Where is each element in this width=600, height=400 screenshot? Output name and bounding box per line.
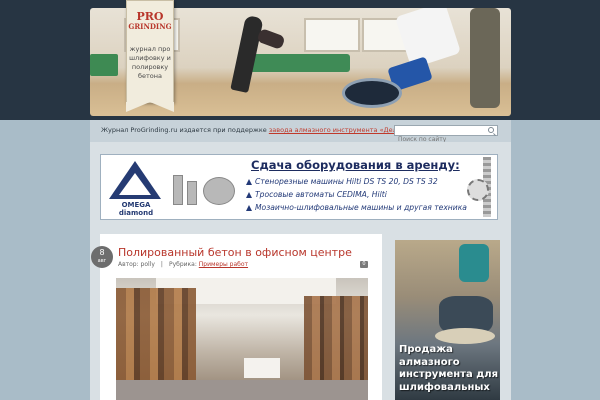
banner-list-item: Тросовые автоматы CEDIMA, Hilti xyxy=(245,188,467,201)
rubric-link[interactable]: Примеры работ xyxy=(199,261,248,268)
header-band: PRO GRINDING журнал про шлифовку и полир… xyxy=(0,0,600,120)
sidebar-ad[interactable]: Продажа алмазного инструмента для шлифов… xyxy=(395,240,500,400)
logo-line2: GRINDING xyxy=(128,22,172,31)
search-box[interactable] xyxy=(394,125,498,144)
sofa xyxy=(90,54,118,76)
post-title[interactable]: Полированный бетон в офисном центре xyxy=(118,246,352,259)
site-logo[interactable]: PRO GRINDING xyxy=(127,11,173,30)
worker-figure xyxy=(470,8,500,108)
rental-banner[interactable]: OMEGA diamond Сдача оборудования в аренд… xyxy=(100,154,498,220)
banner-title: Сдача оборудования в аренду: xyxy=(251,158,460,172)
reception-desk xyxy=(244,358,280,378)
banner-list-item: Мозаично-шлифовальные машины и другая те… xyxy=(245,201,467,214)
post-author: Автор: polly xyxy=(118,261,155,268)
post-image[interactable] xyxy=(116,278,368,400)
omega-brand-line2: diamond xyxy=(118,209,154,217)
search-icon[interactable] xyxy=(488,127,494,133)
saw-blade-icon xyxy=(467,179,489,201)
site-tagline: журнал про шлифовку и полировку бетона xyxy=(129,45,171,80)
omega-brand: OMEGA diamond xyxy=(111,201,161,217)
polished-floor xyxy=(116,380,368,400)
dancer-figure xyxy=(256,27,286,51)
ad-text: Продажа алмазного инструмента для шлифов… xyxy=(399,344,499,393)
tools-illustration xyxy=(169,167,241,209)
window xyxy=(304,18,360,52)
post-card: 8 авг Полированный бетон в офисном центр… xyxy=(91,234,382,400)
comments-count[interactable]: 0 xyxy=(360,261,368,268)
tool-icon xyxy=(187,181,197,205)
logo-line1: PRO xyxy=(136,10,164,23)
tool-icon xyxy=(173,175,183,205)
grinder-base xyxy=(439,296,493,332)
grinding-machine xyxy=(394,8,462,69)
sponsor-prefix: Журнал ProGrinding.ru издается при подде… xyxy=(101,126,269,134)
logo-ribbon[interactable]: PRO GRINDING журнал про шлифовку и полир… xyxy=(126,0,174,112)
main-content: OMEGA diamond Сдача оборудования в аренд… xyxy=(90,142,511,400)
omega-brand-line1: OMEGA xyxy=(121,201,151,209)
rubric-label: Рубрика: xyxy=(168,261,197,268)
sponsor-link[interactable]: завода алмазного инструмента «Дельта» xyxy=(269,126,413,134)
sofa xyxy=(250,54,350,72)
banner-list-item: Стенорезные машины Hilti DS TS 20, DS TS… xyxy=(245,175,467,188)
sponsor-text: Журнал ProGrinding.ru издается при подде… xyxy=(101,126,412,134)
grinding-disc xyxy=(342,78,402,108)
grinder-disc xyxy=(435,328,495,344)
date-badge: 8 авг xyxy=(91,246,113,268)
date-month: авг xyxy=(97,258,107,264)
date-day: 8 xyxy=(99,248,105,257)
post-meta: Автор: polly | Рубрика: Примеры работ xyxy=(118,261,248,268)
banner-list: Стенорезные машины Hilti DS TS 20, DS TS… xyxy=(245,175,467,214)
omega-logo-icon xyxy=(109,161,161,199)
saw-machine-icon xyxy=(203,177,235,205)
info-bar: Журнал ProGrinding.ru издается при подде… xyxy=(90,120,511,144)
meta-separator: | xyxy=(160,261,163,268)
grinder-motor xyxy=(459,244,489,282)
